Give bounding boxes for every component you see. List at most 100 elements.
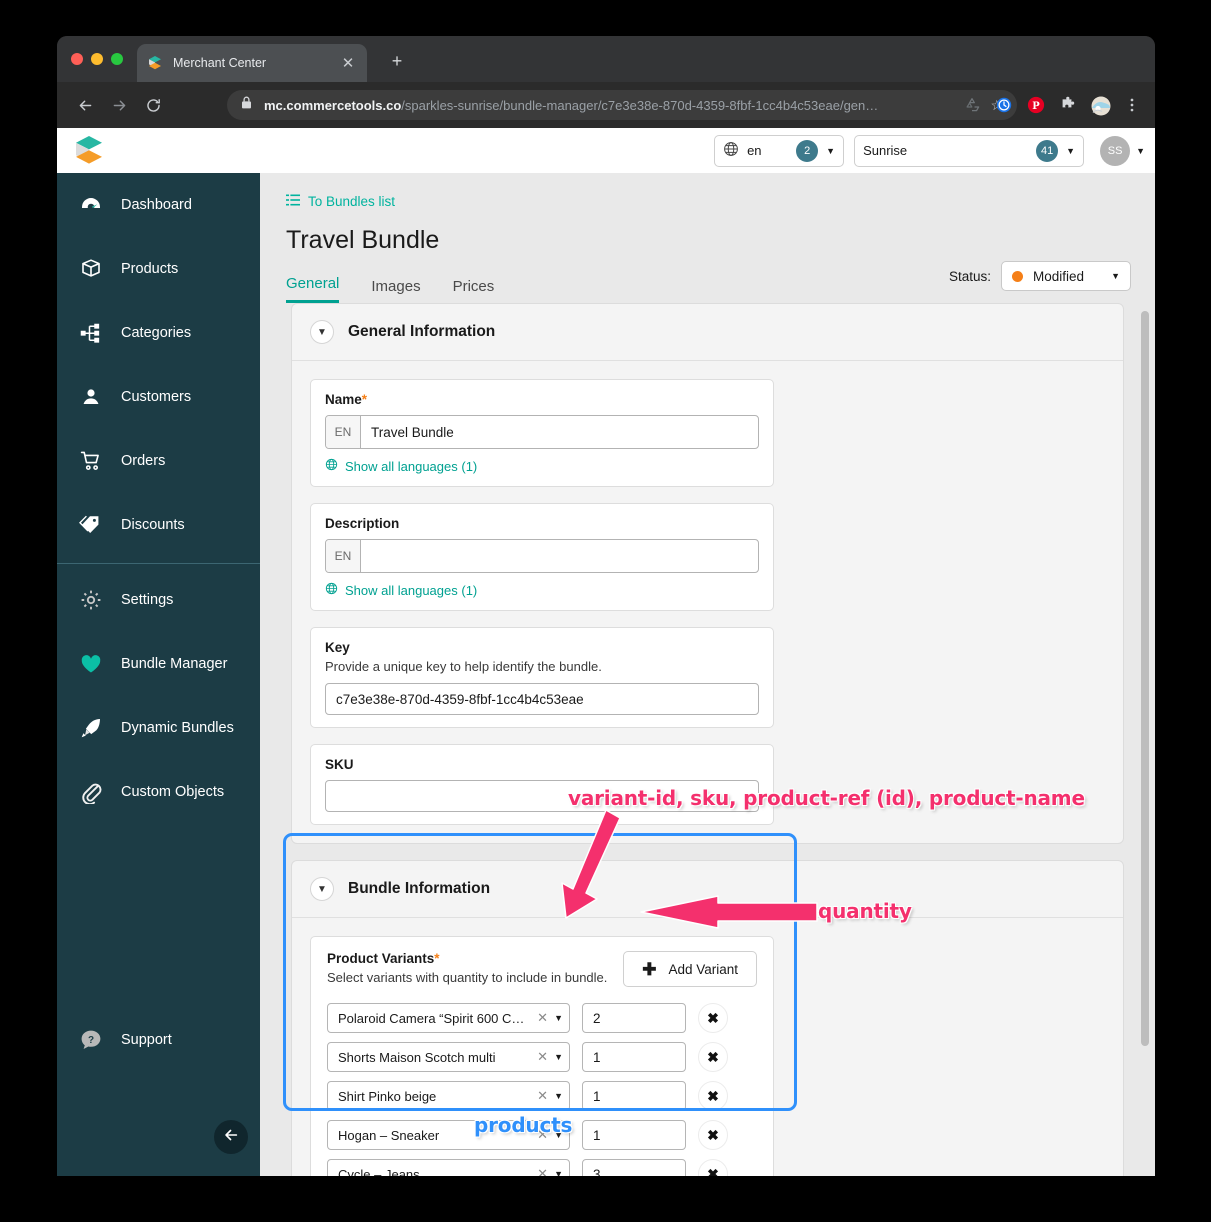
description-input-value bbox=[361, 540, 758, 572]
variant-row: Shorts Maison Scotch multi ✕ ▼ 1 ✖ bbox=[327, 1042, 757, 1072]
remove-icon[interactable]: ✖ bbox=[698, 1081, 728, 1111]
remove-icon[interactable]: ✖ bbox=[698, 1120, 728, 1150]
sidebar-item-dynamic-bundles[interactable]: Dynamic Bundles bbox=[57, 696, 260, 760]
quantity-input[interactable]: 3 bbox=[582, 1159, 686, 1176]
sidebar-item-settings[interactable]: Settings bbox=[57, 568, 260, 632]
remove-icon[interactable]: ✖ bbox=[698, 1159, 728, 1176]
new-tab-button[interactable]: + bbox=[387, 52, 407, 70]
content-scroll-area[interactable]: ▼ General Information Name* EN Travel Bu… bbox=[260, 303, 1155, 1176]
tab-general[interactable]: General bbox=[286, 275, 340, 303]
clear-icon[interactable]: ✕ bbox=[537, 1166, 548, 1176]
variant-row: Polaroid Camera “Spirit 600 CL“ Impossib… bbox=[327, 1003, 757, 1033]
name-field-card: Name* EN Travel Bundle Show all language… bbox=[310, 379, 774, 487]
window-controls[interactable] bbox=[71, 53, 123, 65]
description-input[interactable]: EN bbox=[325, 539, 759, 573]
quantity-input[interactable]: 1 bbox=[582, 1042, 686, 1072]
tab-images[interactable]: Images bbox=[371, 278, 420, 303]
back-arrow-icon[interactable] bbox=[69, 89, 101, 121]
sidebar-item-products[interactable]: Products bbox=[57, 237, 260, 301]
variant-select[interactable]: Cycle – Jeans ✕ ▼ bbox=[327, 1159, 570, 1176]
clear-icon[interactable]: ✕ bbox=[537, 1088, 548, 1104]
product-variants-label: Product Variants* bbox=[327, 951, 607, 966]
minimize-window-button[interactable] bbox=[91, 53, 103, 65]
language-selector[interactable]: en 2 ▼ bbox=[714, 134, 845, 167]
app-viewport: en 2 ▼ Sunrise 41 ▼ SS ▼ Dashboard Produ… bbox=[57, 128, 1155, 1176]
name-input[interactable]: EN Travel Bundle bbox=[325, 415, 759, 449]
name-show-all-languages-link[interactable]: Show all languages (1) bbox=[325, 458, 759, 474]
clock-badge-icon[interactable] bbox=[995, 96, 1013, 114]
clear-icon[interactable]: ✕ bbox=[537, 1049, 548, 1065]
chevron-down-icon[interactable]: ▼ bbox=[1111, 271, 1120, 281]
commercetools-favicon bbox=[147, 55, 163, 71]
product-variants-header: Product Variants* Select variants with q… bbox=[327, 951, 757, 994]
clear-icon[interactable]: ✕ bbox=[537, 1010, 548, 1026]
general-information-header[interactable]: ▼ General Information bbox=[292, 304, 1123, 361]
vertical-scrollbar[interactable] bbox=[1141, 311, 1149, 1046]
forward-arrow-icon[interactable] bbox=[103, 89, 135, 121]
description-field-card: Description EN Show all languages (1) bbox=[310, 503, 774, 611]
sidebar-item-support[interactable]: ? Support bbox=[57, 1008, 260, 1072]
chevron-down-icon[interactable]: ▼ bbox=[310, 877, 334, 901]
description-show-all-languages-link[interactable]: Show all languages (1) bbox=[325, 582, 759, 598]
chevron-down-icon[interactable]: ▼ bbox=[554, 1169, 563, 1176]
commercetools-logo[interactable] bbox=[71, 132, 107, 168]
reload-icon[interactable] bbox=[137, 89, 169, 121]
kebab-menu-icon[interactable] bbox=[1123, 96, 1141, 114]
bundle-information-header[interactable]: ▼ Bundle Information bbox=[292, 861, 1123, 918]
browser-tab[interactable]: Merchant Center ✕ bbox=[137, 44, 367, 82]
sidebar-item-label: Support bbox=[121, 1032, 172, 1048]
clear-icon[interactable]: ✕ bbox=[537, 1127, 548, 1143]
quantity-input[interactable]: 2 bbox=[582, 1003, 686, 1033]
pinterest-icon[interactable]: P bbox=[1027, 96, 1045, 114]
sku-input[interactable] bbox=[325, 780, 759, 812]
sidebar-collapse-button[interactable] bbox=[214, 1120, 248, 1154]
description-label: Description bbox=[325, 516, 400, 531]
tab-prices[interactable]: Prices bbox=[453, 278, 495, 303]
variant-name: Hogan – Sneaker bbox=[338, 1127, 440, 1143]
variant-select[interactable]: Shirt Pinko beige ✕ ▼ bbox=[327, 1081, 570, 1111]
sidebar-item-categories[interactable]: Categories bbox=[57, 301, 260, 365]
chevron-down-icon[interactable]: ▼ bbox=[554, 1052, 563, 1062]
status-badge[interactable]: Modified ▼ bbox=[1001, 261, 1131, 291]
address-bar[interactable]: mc.commercetools.co/sparkles-sunrise/bun… bbox=[227, 90, 1017, 120]
puzzle-icon[interactable] bbox=[1059, 96, 1077, 114]
status-dot-icon bbox=[1012, 270, 1023, 282]
remove-icon[interactable]: ✖ bbox=[698, 1003, 728, 1033]
key-input[interactable]: c7e3e38e-870d-4359-8fbf-1cc4b4c53eae bbox=[325, 683, 759, 715]
product-variants-labels: Product Variants* Select variants with q… bbox=[327, 951, 607, 994]
breadcrumb[interactable]: To Bundles list bbox=[286, 193, 1129, 210]
page-title: Travel Bundle bbox=[286, 226, 440, 254]
sidebar-item-discounts[interactable]: Discounts bbox=[57, 493, 260, 557]
recycle-icon[interactable] bbox=[963, 96, 981, 114]
chevron-down-icon[interactable]: ▼ bbox=[310, 320, 334, 344]
navigation-buttons bbox=[69, 82, 169, 128]
sidebar-item-dashboard[interactable]: Dashboard bbox=[57, 173, 260, 237]
chevron-down-icon[interactable]: ▼ bbox=[554, 1130, 563, 1140]
chevron-down-icon[interactable]: ▼ bbox=[1066, 146, 1075, 156]
add-variant-button[interactable]: ✚ Add Variant bbox=[623, 951, 757, 987]
maximize-window-button[interactable] bbox=[111, 53, 123, 65]
close-window-button[interactable] bbox=[71, 53, 83, 65]
remove-icon[interactable]: ✖ bbox=[698, 1042, 728, 1072]
variant-select[interactable]: Polaroid Camera “Spirit 600 CL“ Impossib… bbox=[327, 1003, 570, 1033]
variant-name: Cycle – Jeans bbox=[338, 1166, 420, 1177]
chevron-down-icon[interactable]: ▼ bbox=[554, 1013, 563, 1023]
quantity-input[interactable]: 1 bbox=[582, 1120, 686, 1150]
project-selector[interactable]: Sunrise 41 ▼ bbox=[854, 134, 1085, 167]
sidebar-item-bundle-manager[interactable]: Bundle Manager bbox=[57, 632, 260, 696]
chevron-down-icon[interactable]: ▼ bbox=[1136, 146, 1145, 156]
sidebar-item-custom-objects[interactable]: Custom Objects bbox=[57, 760, 260, 824]
chevron-down-icon[interactable]: ▼ bbox=[826, 146, 835, 156]
required-mark: * bbox=[361, 392, 368, 407]
quantity-input[interactable]: 1 bbox=[582, 1081, 686, 1111]
profile-avatar-icon[interactable] bbox=[1091, 96, 1111, 116]
name-label-text: Name bbox=[325, 392, 362, 407]
sidebar-item-label: Products bbox=[121, 261, 179, 277]
variant-select[interactable]: Shorts Maison Scotch multi ✕ ▼ bbox=[327, 1042, 570, 1072]
variant-select[interactable]: Hogan – Sneaker ✕ ▼ bbox=[327, 1120, 570, 1150]
chevron-down-icon[interactable]: ▼ bbox=[554, 1091, 563, 1101]
sidebar-item-customers[interactable]: Customers bbox=[57, 365, 260, 429]
user-menu[interactable]: SS ▼ bbox=[1100, 135, 1145, 166]
sidebar-item-orders[interactable]: Orders bbox=[57, 429, 260, 493]
close-icon[interactable]: ✕ bbox=[339, 56, 357, 71]
